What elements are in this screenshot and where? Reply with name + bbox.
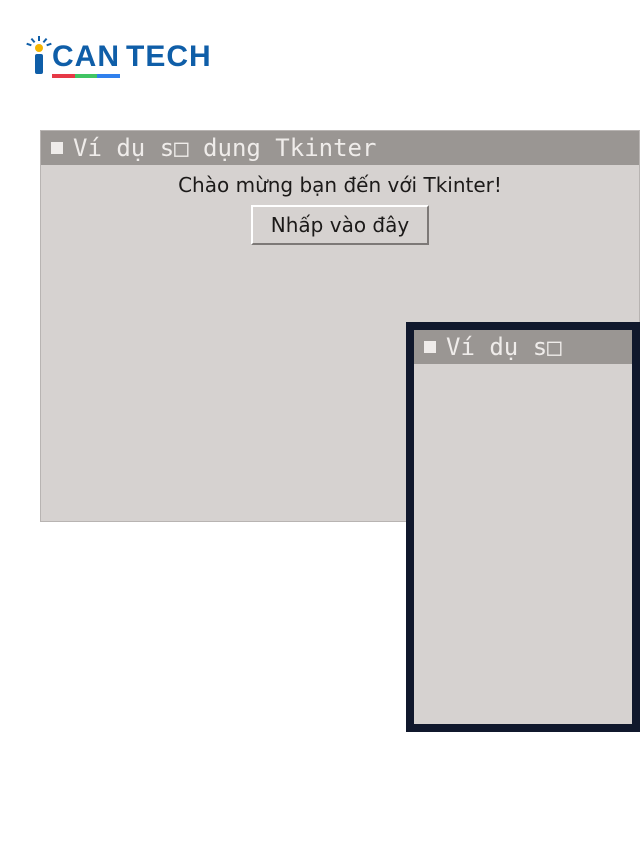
window-body: Chào mừng bạn đến với Tkinter! Nhấp vào … bbox=[41, 165, 639, 245]
logo-letter: A bbox=[75, 40, 98, 74]
welcome-label: Chào mừng bạn đến với Tkinter! bbox=[41, 173, 639, 197]
brand-logo: C A N TECH bbox=[30, 28, 212, 74]
window-titlebar[interactable]: Ví dụ s□ dụng Tkinter bbox=[41, 131, 639, 165]
tkinter-window-secondary: Ví dụ s□ bbox=[406, 322, 640, 732]
logo-text: C A N TECH bbox=[52, 40, 212, 74]
click-here-button[interactable]: Nhấp vào đây bbox=[251, 205, 429, 245]
window-title: Ví dụ s□ bbox=[446, 333, 562, 361]
window-menu-icon[interactable] bbox=[51, 142, 63, 154]
logo-word-tech: TECH bbox=[126, 40, 212, 74]
window-title: Ví dụ s□ dụng Tkinter bbox=[73, 134, 376, 162]
logo-letter: C bbox=[52, 40, 75, 74]
window-menu-icon[interactable] bbox=[424, 341, 436, 353]
window-titlebar[interactable]: Ví dụ s□ bbox=[414, 330, 632, 364]
lightbulb-icon bbox=[30, 30, 48, 74]
logo-letter: N bbox=[97, 40, 120, 74]
